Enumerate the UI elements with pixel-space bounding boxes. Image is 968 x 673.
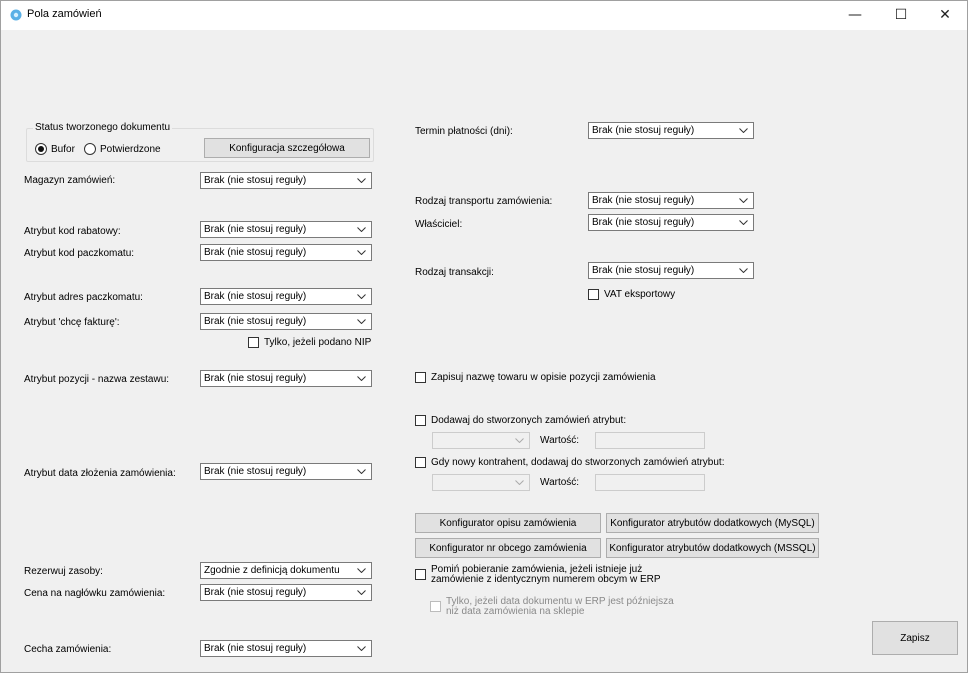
termin-value: Brak (nie stosuj reguły) <box>592 125 695 136</box>
dodawaj-wartosc-input[interactable] <box>595 432 705 449</box>
chevron-down-icon <box>357 641 366 656</box>
chevron-down-icon <box>739 193 748 208</box>
vat-eksport-checkbox[interactable] <box>588 289 599 300</box>
close-button[interactable]: ✕ <box>922 0 968 30</box>
radio-selected-dot <box>38 146 44 152</box>
chce-fakture-value: Brak (nie stosuj reguły) <box>204 316 307 327</box>
tylko-nip-checkbox[interactable] <box>248 337 259 348</box>
tylko-nip-label: Tylko, jeżeli podano NIP <box>264 337 372 348</box>
dodawaj-wartosc-label: Wartość: <box>540 435 580 446</box>
transakcja-combo[interactable]: Brak (nie stosuj reguły) <box>588 262 754 279</box>
chevron-down-icon <box>739 263 748 278</box>
nazwa-zestawu-value: Brak (nie stosuj reguły) <box>204 373 307 384</box>
chevron-down-icon <box>357 245 366 260</box>
cena-naglowek-combo[interactable]: Brak (nie stosuj reguły) <box>200 584 372 601</box>
termin-label: Termin płatności (dni): <box>415 126 513 137</box>
nowy-kontrahent-checkbox[interactable] <box>415 457 426 468</box>
cena-naglowek-label: Cena na nagłówku zamówienia: <box>24 588 166 599</box>
data-zlozenia-value: Brak (nie stosuj reguły) <box>204 466 307 477</box>
chevron-down-icon <box>357 563 366 578</box>
kod-paczkomatu-label: Atrybut kod paczkomatu: <box>24 248 135 259</box>
vat-eksport-label: VAT eksportowy <box>604 289 676 300</box>
adres-paczkomatu-combo[interactable]: Brak (nie stosuj reguły) <box>200 288 372 305</box>
transport-label: Rodzaj transportu zamówienia: <box>415 196 553 207</box>
status-group-title: Status tworzonego dokumentu <box>33 122 173 134</box>
chevron-down-icon <box>357 289 366 304</box>
nazwa-zestawu-combo[interactable]: Brak (nie stosuj reguły) <box>200 370 372 387</box>
minimize-button[interactable]: — <box>832 0 878 30</box>
chevron-down-icon <box>357 173 366 188</box>
tylko-data-label-line2: niż data zamówienia na sklepie <box>446 606 585 617</box>
chce-fakture-combo[interactable]: Brak (nie stosuj reguły) <box>200 313 372 330</box>
rezerwuj-value: Zgodnie z definicją dokumentu <box>204 565 340 576</box>
app-gear-icon <box>10 9 22 21</box>
wlasciciel-value: Brak (nie stosuj reguły) <box>592 217 695 228</box>
kod-rabatowy-label: Atrybut kod rabatowy: <box>24 226 121 237</box>
chevron-down-icon <box>357 464 366 479</box>
konfigurator-opisu-button[interactable]: Konfigurator opisu zamówienia <box>415 513 601 533</box>
kod-paczkomatu-value: Brak (nie stosuj reguły) <box>204 247 307 258</box>
form-area: Status tworzonego dokumentu Bufor Potwie… <box>0 30 968 673</box>
chevron-down-icon <box>739 215 748 230</box>
chevron-down-icon <box>357 222 366 237</box>
rezerwuj-combo[interactable]: Zgodnie z definicją dokumentu <box>200 562 372 579</box>
rezerwuj-label: Rezerwuj zasoby: <box>24 566 103 577</box>
nazwa-zestawu-label: Atrybut pozycji - nazwa zestawu: <box>24 374 170 385</box>
konfigurator-atrybutow-mysql-button[interactable]: Konfigurator atrybutów dodatkowych (MySQ… <box>606 513 819 533</box>
magazyn-combo[interactable]: Brak (nie stosuj reguły) <box>200 172 372 189</box>
cecha-combo[interactable]: Brak (nie stosuj reguły) <box>200 640 372 657</box>
zapisuj-nazwe-checkbox[interactable] <box>415 372 426 383</box>
nowy-kontrahent-combo[interactable] <box>432 474 530 491</box>
data-zlozenia-combo[interactable]: Brak (nie stosuj reguły) <box>200 463 372 480</box>
title-bar: Pola zamówień — ☐ ✕ <box>0 0 968 30</box>
nowy-kontrahent-wartosc-input[interactable] <box>595 474 705 491</box>
dodawaj-atrybut-combo[interactable] <box>432 432 530 449</box>
chevron-down-icon <box>357 585 366 600</box>
kod-rabatowy-value: Brak (nie stosuj reguły) <box>204 224 307 235</box>
radio-bufor-label: Bufor <box>51 144 75 155</box>
pomin-checkbox[interactable] <box>415 569 426 580</box>
transakcja-label: Rodzaj transakcji: <box>415 267 494 278</box>
radio-bufor[interactable] <box>35 143 47 155</box>
magazyn-value: Brak (nie stosuj reguły) <box>204 175 307 186</box>
transakcja-value: Brak (nie stosuj reguły) <box>592 265 695 276</box>
chevron-down-icon <box>515 433 524 448</box>
chevron-down-icon <box>515 475 524 490</box>
cena-naglowek-value: Brak (nie stosuj reguły) <box>204 587 307 598</box>
data-zlozenia-label: Atrybut data złożenia zamówienia: <box>24 468 176 479</box>
zapisuj-nazwe-label: Zapisuj nazwę towaru w opisie pozycji za… <box>431 372 656 383</box>
termin-combo[interactable]: Brak (nie stosuj reguły) <box>588 122 754 139</box>
nowy-kontrahent-wartosc-label: Wartość: <box>540 477 580 488</box>
transport-combo[interactable]: Brak (nie stosuj reguły) <box>588 192 754 209</box>
wlasciciel-combo[interactable]: Brak (nie stosuj reguły) <box>588 214 754 231</box>
wlasciciel-label: Właściciel: <box>415 219 463 230</box>
kod-paczkomatu-combo[interactable]: Brak (nie stosuj reguły) <box>200 244 372 261</box>
pomin-label-line2: zamówienie z identycznym numerem obcym w… <box>431 574 661 585</box>
chce-fakture-label: Atrybut 'chcę fakturę': <box>24 317 120 328</box>
adres-paczkomatu-value: Brak (nie stosuj reguły) <box>204 291 307 302</box>
cecha-value: Brak (nie stosuj reguły) <box>204 643 307 654</box>
window-title: Pola zamówień <box>27 8 102 20</box>
cecha-label: Cecha zamówienia: <box>24 644 112 655</box>
dodawaj-atrybut-label: Dodawaj do stworzonych zamówień atrybut: <box>431 415 627 426</box>
adres-paczkomatu-label: Atrybut adres paczkomatu: <box>24 292 143 303</box>
transport-value: Brak (nie stosuj reguły) <box>592 195 695 206</box>
chevron-down-icon <box>357 314 366 329</box>
magazyn-label: Magazyn zamówień: <box>24 175 116 186</box>
chevron-down-icon <box>357 371 366 386</box>
radio-potwierdzone[interactable] <box>84 143 96 155</box>
nowy-kontrahent-label: Gdy nowy kontrahent, dodawaj do stworzon… <box>431 457 725 468</box>
tylko-data-checkbox[interactable] <box>430 601 441 612</box>
kod-rabatowy-combo[interactable]: Brak (nie stosuj reguły) <box>200 221 372 238</box>
konfiguracja-szczegolowa-button[interactable]: Konfiguracja szczegółowa <box>204 138 370 158</box>
konfigurator-atrybutow-mssql-button[interactable]: Konfigurator atrybutów dodatkowych (MSSQ… <box>606 538 819 558</box>
dodawaj-atrybut-checkbox[interactable] <box>415 415 426 426</box>
konfigurator-nr-obcego-button[interactable]: Konfigurator nr obcego zamówienia <box>415 538 601 558</box>
maximize-button[interactable]: ☐ <box>878 0 924 30</box>
radio-potwierdzone-label: Potwierdzone <box>100 144 161 155</box>
chevron-down-icon <box>739 123 748 138</box>
zapisz-button[interactable]: Zapisz <box>872 621 958 655</box>
